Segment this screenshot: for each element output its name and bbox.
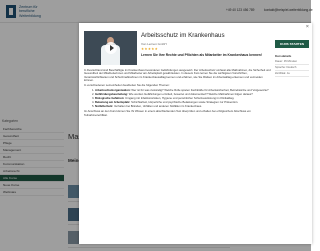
page: Zentrum für berufliche Weiterbildung +49… [0,0,313,251]
topic-text: Umgang mit Infektionsrisiken, Hygiene un… [125,97,235,101]
topic-heading: Notfallschutz: [95,105,114,109]
topic-heading: Gefährdungsbeurteilung: [95,93,128,97]
course-title: Arbeitsschutz im Krankenhaus [141,32,225,39]
course-provider: Von Lernen GmbH [141,42,167,46]
course-details-label: Kursdetails [275,54,292,58]
play-icon[interactable] [105,42,117,54]
topic-list: Arbeitsschutzorganisation: Wer ist für w… [84,89,271,109]
topics-intro: In verschiedenen Lerneinheiten bearbeite… [84,84,170,88]
course-detail-line: Zertifikat: Ja [275,71,309,77]
topic-heading: Biologische Gefahren: [95,97,125,101]
close-icon[interactable]: × [306,24,309,30]
topic-item: Notfallschutz: Verhalten bei Bränden, Un… [95,105,271,108]
topic-text: Wie werden Gefährdungen ermittelt, bewer… [128,93,253,97]
topic-text: Wer ist für was zuständig? Welche Rolle … [131,89,269,93]
topic-text: Schichtarbeit, körperliche und psychisch… [131,101,239,105]
description-intro: In Deutschland sind Beschäftigte im Kran… [84,69,271,83]
topic-heading: Arbeitsschutzorganisation: [95,89,131,93]
course-video-preview[interactable] [84,31,137,65]
start-course-button[interactable]: KURS STARTEN [275,40,309,48]
course-details: Kursdetails Dauer: 45 Minuten Sprache: D… [275,54,309,77]
topic-text: Verhalten bei Bränden, Unfällen und ande… [113,105,203,109]
topic-heading: Belastung am Arbeitsplatz: [95,101,131,105]
course-description: In Deutschland sind Beschäftigte im Kran… [84,69,271,119]
course-subtitle: Lernen Sie Ihre Rechte und Pflichten als… [141,53,262,57]
rating-stars-icon: ★★★★★ [141,47,159,51]
course-detail-modal: × Arbeitsschutz im Krankenhaus Von Lerne… [79,23,312,244]
description-outro: Im Anschluss an den Kurs können Sie Ihr … [84,110,251,117]
